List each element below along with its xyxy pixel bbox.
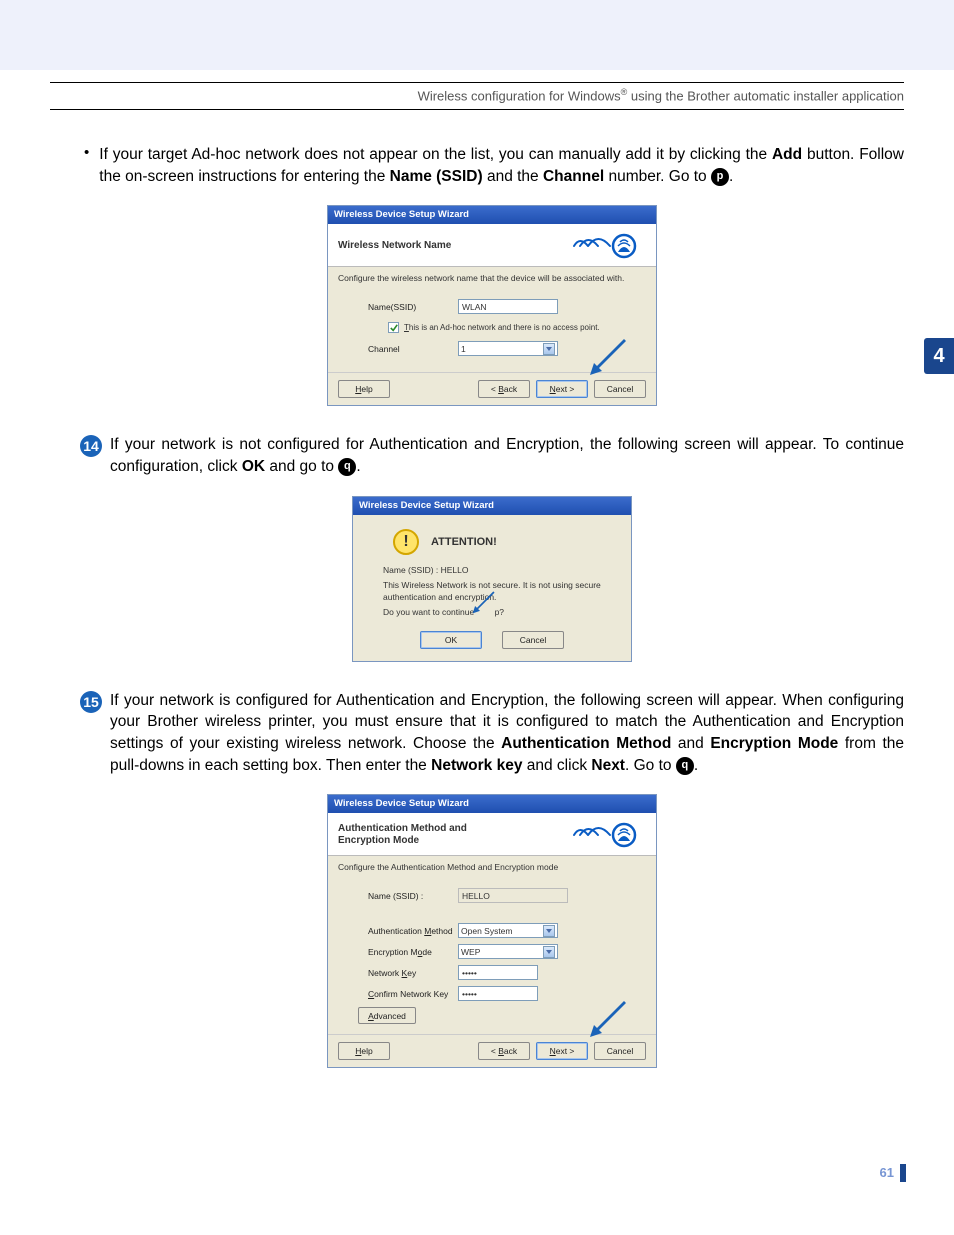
dialog-titlebar: Wireless Device Setup Wizard xyxy=(328,795,656,813)
page-header: Wireless configuration for Windows® usin… xyxy=(50,82,904,110)
adhoc-checkbox[interactable]: This is an Ad-hoc network and there is n… xyxy=(388,322,646,333)
network-key-input[interactable]: ••••• xyxy=(458,965,538,980)
bullet-icon xyxy=(80,144,99,162)
help-button[interactable]: Help xyxy=(338,1042,390,1060)
pointer-arrow-icon xyxy=(584,335,630,381)
channel-select[interactable]: 1 xyxy=(458,341,558,356)
ssid-label: Name (SSID) : xyxy=(368,891,458,901)
cancel-button[interactable]: Cancel xyxy=(594,380,646,398)
step-14: 14 If your network is not configured for… xyxy=(80,434,904,477)
ssid-label: Name(SSID) xyxy=(368,302,458,312)
confirm-key-input[interactable]: ••••• xyxy=(458,986,538,1001)
auth-method-select[interactable]: Open System xyxy=(458,923,558,938)
dialog-titlebar: Wireless Device Setup Wizard xyxy=(353,497,631,515)
back-button[interactable]: < Back xyxy=(478,1042,530,1060)
pointer-arrow-icon xyxy=(469,589,497,617)
encryption-mode-label: Encryption Mode xyxy=(368,947,458,957)
page-number: 61 xyxy=(880,1165,894,1180)
checkbox-icon xyxy=(388,322,399,333)
cancel-button[interactable]: Cancel xyxy=(594,1042,646,1060)
back-button[interactable]: < Back xyxy=(478,380,530,398)
step-ref-17a-icon: q xyxy=(338,458,356,476)
encryption-mode-select[interactable]: WEP xyxy=(458,944,558,959)
main-content: If your target Ad-hoc network does not a… xyxy=(80,140,904,1096)
step-15: 15 If your network is configured for Aut… xyxy=(80,690,904,777)
wireless-icon xyxy=(568,821,646,849)
step-15-badge: 15 xyxy=(80,691,102,713)
dialog-titlebar: Wireless Device Setup Wizard xyxy=(328,206,656,224)
dialog-subtitle: Configure the wireless network name that… xyxy=(328,267,656,289)
ok-button[interactable]: OK xyxy=(420,631,482,649)
page-accent xyxy=(900,1164,906,1182)
channel-label: Channel xyxy=(368,344,458,354)
help-button[interactable]: Help xyxy=(338,380,390,398)
dialog-auth-encryption: Wireless Device Setup Wizard Authenticat… xyxy=(327,794,657,1068)
wireless-icon xyxy=(568,232,646,260)
dialog-header: Wireless Network Name xyxy=(328,224,656,267)
step-ref-16-icon: p xyxy=(711,168,729,186)
dialog-header: Authentication Method and Encryption Mod… xyxy=(328,813,656,856)
chevron-down-icon xyxy=(543,946,555,958)
network-key-label: Network Key xyxy=(368,968,458,978)
attention-title: ATTENTION! xyxy=(431,536,497,548)
intro-bullet: If your target Ad-hoc network does not a… xyxy=(80,144,904,187)
next-button[interactable]: Next > xyxy=(536,380,588,398)
ssid-input[interactable]: WLAN xyxy=(458,299,558,314)
warning-icon: ! xyxy=(393,529,419,555)
chapter-tab: 4 xyxy=(924,338,954,374)
chevron-down-icon xyxy=(543,925,555,937)
step-ref-17b-icon: q xyxy=(676,757,694,775)
attention-ssid: Name (SSID) : HELLO xyxy=(383,565,601,576)
top-strip xyxy=(0,0,954,70)
pointer-arrow-icon xyxy=(584,997,630,1043)
step-14-badge: 14 xyxy=(80,435,102,457)
dialog-wireless-name: Wireless Device Setup Wizard Wireless Ne… xyxy=(327,205,657,406)
attention-question: Do you want to continue p? xyxy=(383,607,601,618)
advanced-button[interactable]: Advanced xyxy=(358,1007,416,1024)
auth-method-label: Authentication Method xyxy=(368,926,458,936)
dialog-attention: Wireless Device Setup Wizard ! ATTENTION… xyxy=(352,496,632,662)
chevron-down-icon xyxy=(543,343,555,355)
cancel-button[interactable]: Cancel xyxy=(502,631,564,649)
confirm-key-label: Confirm Network Key xyxy=(368,989,458,999)
dialog-subtitle: Configure the Authentication Method and … xyxy=(328,856,656,878)
ssid-display: HELLO xyxy=(458,888,568,903)
next-button[interactable]: Next > xyxy=(536,1042,588,1060)
